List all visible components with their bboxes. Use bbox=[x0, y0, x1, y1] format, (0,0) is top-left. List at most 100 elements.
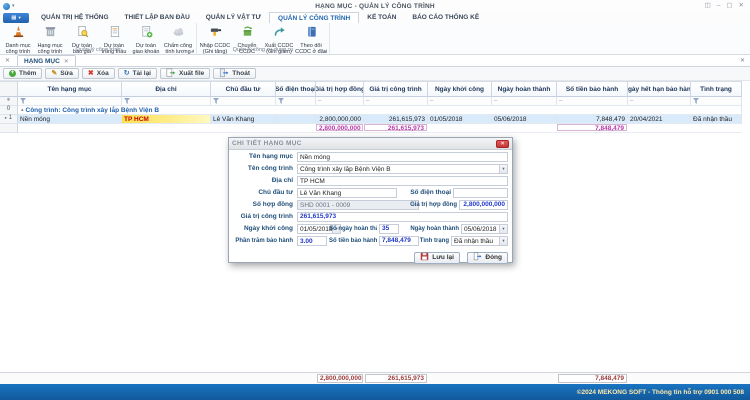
save-floppy-icon bbox=[420, 252, 429, 263]
minimize-button[interactable]: – bbox=[717, 0, 721, 12]
drill-icon bbox=[209, 25, 222, 43]
archive-bin-icon bbox=[44, 25, 57, 43]
tab-thiet-lap-ban-dau[interactable]: THIẾT LẬP BAN ĐẦU bbox=[117, 12, 198, 23]
grid-group-row[interactable]: 0 ▴ Công trình: Công trình xây lắp Bệnh … bbox=[0, 106, 742, 115]
export-arrow-icon bbox=[273, 25, 286, 43]
cell-so-tien-bao-hanh[interactable]: 7,848,479 bbox=[557, 115, 628, 124]
cloud-icon bbox=[172, 25, 185, 43]
chevron-down-icon[interactable]: ▾ bbox=[499, 237, 507, 245]
cell-chu-dau-tu[interactable]: Lê Văn Khang bbox=[211, 115, 276, 124]
column-header-chu-dau-tu[interactable]: Chủ đầu tư bbox=[211, 81, 276, 97]
filter-cell[interactable] bbox=[18, 97, 122, 106]
column-header-tinh-trang[interactable]: Tình trạng bbox=[691, 81, 742, 97]
delete-button[interactable]: ✖Xóa bbox=[82, 68, 115, 79]
grid-total-summary-row: 2,800,000,000 261,615,973 7,848,479 bbox=[0, 372, 750, 384]
phone-input[interactable] bbox=[453, 188, 508, 198]
tab-bao-cao-thong-ke[interactable]: BÁO CÁO THỐNG KÊ bbox=[404, 12, 487, 23]
filter-cell[interactable] bbox=[276, 97, 316, 106]
tab-label: HẠNG MỤC bbox=[24, 58, 60, 65]
title-bar: ▾ HẠNG MỤC - QUẢN LÝ CÔNG TRÌNH ◫ – ▢ ✕ bbox=[0, 0, 750, 12]
cell-ngay-khoi-cong[interactable]: 01/05/2018 bbox=[428, 115, 492, 124]
filter-cell[interactable] bbox=[122, 97, 211, 106]
close-dialog-button[interactable]: Đóng bbox=[467, 252, 508, 264]
field-row-project: Tên công trình Công trình xây lắp Bệnh V… bbox=[229, 164, 514, 174]
cell-tinh-trang[interactable]: Đã nhận thầu bbox=[691, 115, 742, 124]
edit-button[interactable]: ✎Sửa bbox=[45, 68, 79, 79]
reload-button[interactable]: ↻Tải lại bbox=[118, 68, 157, 79]
column-header-so-tien-bao-hanh[interactable]: Số tiền bảo hành bbox=[557, 81, 628, 97]
ribbon-group-cong-trinh: Danh mục công trình Hạng mục công trình … bbox=[0, 23, 197, 54]
warranty-percent-input[interactable] bbox=[297, 236, 327, 246]
book-icon bbox=[305, 25, 318, 43]
dialog-launcher-icon[interactable]: ◢ bbox=[191, 48, 194, 53]
grid-data-row[interactable]: ▸ 1 Nền móng TP HCM Lê Văn Khang 2,800,0… bbox=[0, 115, 742, 124]
chi-tiet-hang-muc-dialog: CHI TIẾT HẠNG MỤC ✕ Tên hạng mục Tên côn… bbox=[228, 137, 513, 263]
transfer-box-icon bbox=[241, 25, 254, 43]
exit-button[interactable]: Thoát bbox=[213, 68, 256, 79]
export-file-button[interactable]: Xuất file bbox=[160, 68, 210, 79]
cell-ngay-hoan-thanh[interactable]: 05/06/2018 bbox=[492, 115, 557, 124]
tab-quan-ly-cong-trinh[interactable]: QUẢN LÝ CÔNG TRÌNH bbox=[269, 12, 359, 23]
column-header-ten-hang-muc[interactable]: Tên hạng mục bbox=[18, 81, 122, 97]
name-input[interactable] bbox=[297, 152, 508, 162]
column-header-gia-tri-cong-trinh[interactable]: Giá trị công trình bbox=[364, 81, 428, 97]
tab-ke-toan[interactable]: KẾ TOÁN bbox=[359, 12, 404, 23]
filter-cell[interactable]: – bbox=[557, 97, 628, 106]
cell-gia-tri-hop-dong[interactable]: 2,800,000,000 bbox=[316, 115, 364, 124]
application-menu-button[interactable]: ▦ ▾ bbox=[3, 13, 29, 23]
tab-quan-ly-vat-tu[interactable]: QUẢN LÝ VẬT TƯ bbox=[198, 12, 269, 23]
document-search-icon bbox=[76, 25, 89, 43]
chevron-down-icon[interactable]: ▾ bbox=[499, 225, 507, 233]
contract-value-field[interactable]: 2,800,000,000 bbox=[459, 200, 508, 210]
total-warranty-amount: 7,848,479 bbox=[558, 374, 627, 383]
project-value-field[interactable]: 261,615,973 bbox=[297, 212, 508, 222]
investor-input[interactable] bbox=[297, 188, 397, 198]
close-button[interactable]: ✕ bbox=[739, 0, 744, 12]
dialog-launcher-icon[interactable]: ◢ bbox=[324, 48, 327, 53]
save-button[interactable]: Lưu lại bbox=[414, 252, 460, 264]
maximize-button[interactable]: ▢ bbox=[726, 0, 732, 12]
column-header-ngay-khoi-cong[interactable]: Ngày khởi công bbox=[428, 81, 492, 97]
filter-cell[interactable]: – bbox=[492, 97, 557, 106]
column-header-gia-tri-hop-dong[interactable]: Giá trị hợp đồng bbox=[316, 81, 364, 97]
filter-cell[interactable]: – bbox=[628, 97, 691, 106]
dialog-close-button[interactable]: ✕ bbox=[496, 140, 509, 148]
address-input[interactable] bbox=[297, 176, 508, 186]
delete-x-icon: ✖ bbox=[88, 70, 94, 77]
column-header-so-dien-thoai[interactable]: Số điện thoại bbox=[276, 81, 316, 97]
support-info-text: ©2024 MEKONG SOFT - Thông tin hỗ trợ 090… bbox=[577, 389, 744, 396]
cell-ngay-het-han[interactable]: 20/04/2021 bbox=[628, 115, 691, 124]
cell-gia-tri-cong-trinh[interactable]: 261,615,973 bbox=[364, 115, 428, 124]
filter-cell[interactable]: – bbox=[428, 97, 492, 106]
cell-so-dien-thoai[interactable] bbox=[276, 115, 316, 124]
tab-hang-muc[interactable]: HẠNG MỤC ✕ bbox=[17, 55, 76, 66]
grid-group-summary-row: 2,800,000,000 261,615,973 7,848,479 bbox=[0, 124, 742, 133]
chevron-down-icon[interactable]: ▾ bbox=[499, 165, 507, 173]
add-button[interactable]: +Thêm bbox=[3, 68, 42, 79]
filter-cell[interactable]: – bbox=[364, 97, 428, 106]
filter-cell[interactable]: – bbox=[316, 97, 364, 106]
filter-cell[interactable] bbox=[211, 97, 276, 106]
close-panel-icon[interactable]: ✕ bbox=[735, 57, 750, 66]
cell-dia-chi-highlighted[interactable]: TP HCM bbox=[122, 115, 211, 124]
days-to-finish-field[interactable]: 35 bbox=[379, 224, 399, 234]
dialog-title-bar[interactable]: CHI TIẾT HẠNG MỤC ✕ bbox=[229, 138, 512, 150]
row-header: ▸ 1 bbox=[0, 115, 18, 124]
tab-quan-tri-he-thong[interactable]: QUẢN TRỊ HỆ THỐNG bbox=[33, 12, 117, 23]
close-all-tabs-icon[interactable]: ✕ bbox=[0, 57, 15, 66]
column-header-ngay-het-han-bao-hanh[interactable]: Ngày hết hạn bảo hành bbox=[628, 81, 691, 97]
status-combo[interactable]: Đã nhận thầu ▾ bbox=[451, 236, 508, 246]
close-tab-icon[interactable]: ✕ bbox=[64, 58, 69, 65]
app-menu-icon: ▦ bbox=[11, 15, 16, 21]
finish-date-picker[interactable]: 05/06/2018 ▾ bbox=[461, 224, 508, 234]
column-header-dia-chi[interactable]: Địa chỉ bbox=[122, 81, 211, 97]
group-summary-warranty: 7,848,479 bbox=[557, 124, 628, 133]
column-header-ngay-hoan-thanh[interactable]: Ngày hoàn thành bbox=[492, 81, 557, 97]
group-summary-contract: 2,800,000,000 bbox=[316, 124, 364, 133]
group-row-label[interactable]: ▴ Công trình: Công trình xây lắp Bệnh Vi… bbox=[18, 106, 742, 115]
cell-ten-hang-muc[interactable]: Nền móng bbox=[18, 115, 122, 124]
filter-cell[interactable] bbox=[691, 97, 742, 106]
project-combo[interactable]: Công trình xây lắp Bệnh Viện B ▾ bbox=[297, 164, 508, 174]
style-selector-icon[interactable]: ◫ bbox=[705, 0, 711, 12]
group-expand-icon[interactable]: ▴ bbox=[21, 107, 24, 113]
